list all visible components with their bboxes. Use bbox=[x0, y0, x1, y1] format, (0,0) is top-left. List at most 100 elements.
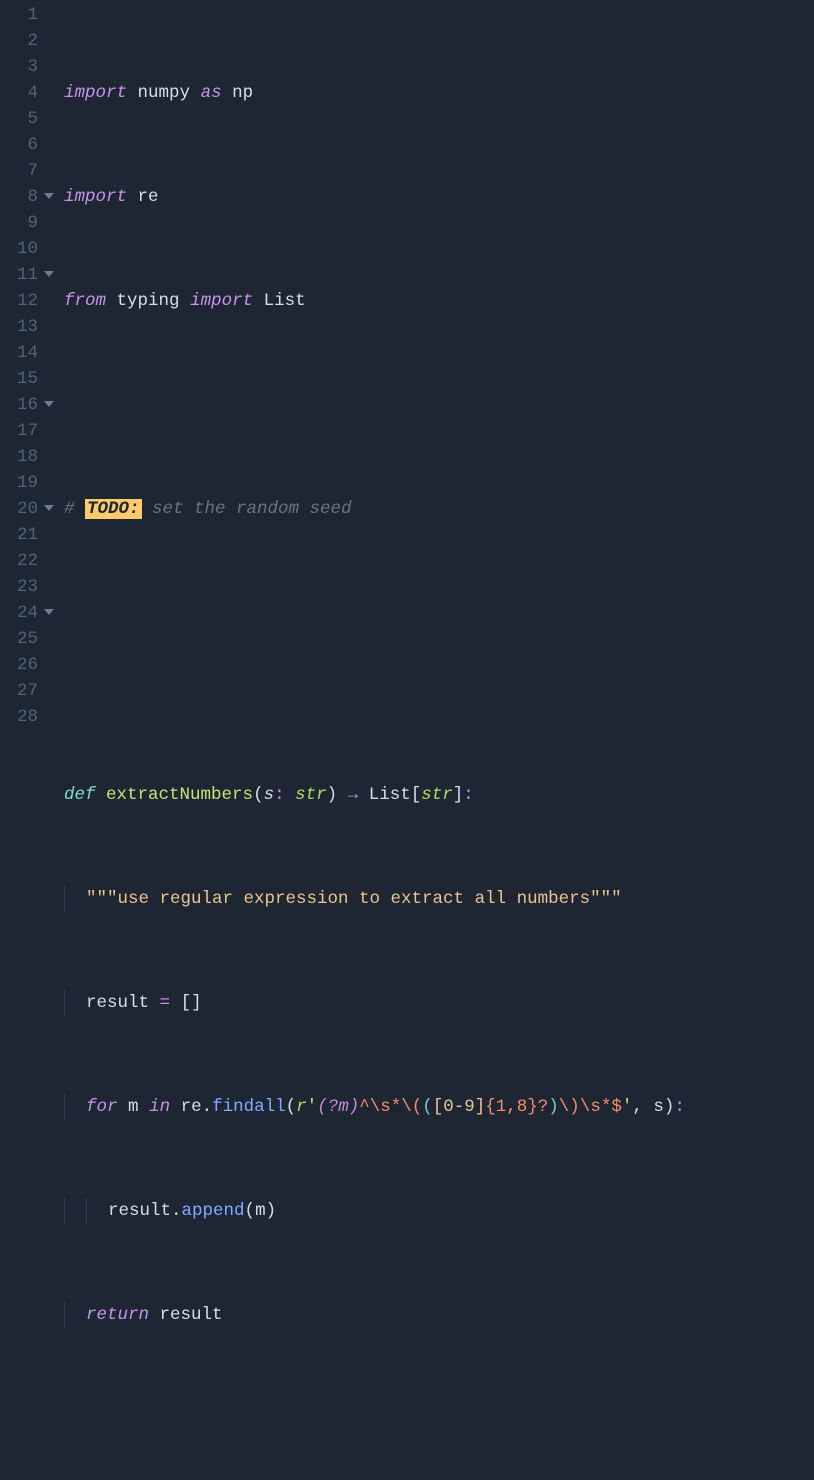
paren-open: ( bbox=[245, 1201, 256, 1221]
code-line[interactable]: result = [] bbox=[56, 990, 685, 1016]
fold-icon[interactable]: 11 bbox=[0, 262, 56, 288]
paren-close: ) bbox=[327, 785, 338, 805]
quote: ' bbox=[307, 1097, 318, 1117]
line-number: 13 bbox=[0, 314, 56, 340]
line-number: 12 bbox=[0, 288, 56, 314]
code-line[interactable] bbox=[56, 1406, 685, 1432]
paren-open: ( bbox=[286, 1097, 297, 1117]
fold-icon[interactable]: 8 bbox=[0, 184, 56, 210]
arg: m bbox=[255, 1201, 266, 1221]
line-number: 27 bbox=[0, 678, 56, 704]
code-line[interactable] bbox=[56, 600, 685, 626]
regex: \) bbox=[559, 1097, 580, 1117]
todo-tag: TODO: bbox=[85, 499, 142, 519]
docstring: """use regular expression to extract all… bbox=[86, 889, 622, 909]
regex: ^\s* bbox=[359, 1097, 401, 1117]
regex: \( bbox=[401, 1097, 422, 1117]
code-line[interactable]: """use regular expression to extract all… bbox=[56, 886, 685, 912]
keyword-from: from bbox=[64, 291, 106, 311]
keyword-in: in bbox=[149, 1097, 170, 1117]
line-number: 15 bbox=[0, 366, 56, 392]
fold-icon[interactable]: 20 bbox=[0, 496, 56, 522]
code-line[interactable]: # TODO: set the random seed bbox=[56, 496, 685, 522]
line-number: 7 bbox=[0, 158, 56, 184]
code-line[interactable]: def extractNumbers(s: str) → List[str]: bbox=[56, 782, 685, 808]
line-number: 23 bbox=[0, 574, 56, 600]
line-number: 9 bbox=[0, 210, 56, 236]
line-number: 21 bbox=[0, 522, 56, 548]
line-number: 2 bbox=[0, 28, 56, 54]
line-number: 4 bbox=[0, 80, 56, 106]
alias: np bbox=[232, 83, 253, 103]
line-number: 26 bbox=[0, 652, 56, 678]
variable: result bbox=[108, 1201, 171, 1221]
variable: result bbox=[160, 1305, 223, 1325]
line-number: 17 bbox=[0, 418, 56, 444]
object: re bbox=[181, 1097, 202, 1117]
comment-start: # bbox=[64, 499, 85, 519]
module-name: numpy bbox=[138, 83, 191, 103]
code-line[interactable]: import numpy as np bbox=[56, 80, 685, 106]
bracket: [ bbox=[411, 785, 422, 805]
colon: : bbox=[274, 785, 285, 805]
line-number: 28 bbox=[0, 704, 56, 730]
comment-text: set the random seed bbox=[142, 499, 352, 519]
dot: . bbox=[171, 1201, 182, 1221]
keyword-def: def bbox=[64, 785, 96, 805]
arg: s bbox=[653, 1097, 664, 1117]
line-number: 10 bbox=[0, 236, 56, 262]
bracket: ] bbox=[453, 785, 464, 805]
code-editor[interactable]: 1 2 3 4 5 6 7 8 9 10 11 12 13 14 15 16 1… bbox=[0, 0, 814, 1480]
operator: = bbox=[160, 993, 171, 1013]
code-line[interactable] bbox=[56, 392, 685, 418]
method: findall bbox=[212, 1097, 286, 1117]
code-line[interactable]: import re bbox=[56, 184, 685, 210]
keyword-import: import bbox=[64, 83, 127, 103]
code-area[interactable]: import numpy as np import re from typing… bbox=[56, 0, 685, 1480]
regex-group: ) bbox=[548, 1097, 559, 1117]
keyword-return: return bbox=[86, 1305, 149, 1325]
code-line[interactable] bbox=[56, 678, 685, 704]
colon: : bbox=[463, 785, 474, 805]
regex-quant: {1,8}? bbox=[485, 1097, 548, 1117]
fold-icon[interactable]: 24 bbox=[0, 600, 56, 626]
code-line[interactable]: from typing import List bbox=[56, 288, 685, 314]
line-number-gutter: 1 2 3 4 5 6 7 8 9 10 11 12 13 14 15 16 1… bbox=[0, 0, 56, 1480]
module-name: re bbox=[138, 187, 159, 207]
line-number: 5 bbox=[0, 106, 56, 132]
code-line[interactable]: for m in re.findall(r'(?m)^\s*\(([0-9]{1… bbox=[56, 1094, 685, 1120]
line-number: 6 bbox=[0, 132, 56, 158]
type: str bbox=[421, 785, 453, 805]
paren-open: ( bbox=[253, 785, 264, 805]
colon: : bbox=[674, 1097, 685, 1117]
line-number: 14 bbox=[0, 340, 56, 366]
regex-group: ( bbox=[422, 1097, 433, 1117]
regex-class: [0-9] bbox=[433, 1097, 486, 1117]
keyword-as: as bbox=[201, 83, 222, 103]
paren-close: ) bbox=[266, 1201, 277, 1221]
line-number: 3 bbox=[0, 54, 56, 80]
keyword-import: import bbox=[64, 187, 127, 207]
arrow: → bbox=[348, 785, 359, 805]
code-line[interactable]: result.append(m) bbox=[56, 1198, 685, 1224]
regex-flag: (?m) bbox=[317, 1097, 359, 1117]
line-number: 19 bbox=[0, 470, 56, 496]
param: s bbox=[264, 785, 275, 805]
regex: \s*$ bbox=[580, 1097, 622, 1117]
type: str bbox=[295, 785, 327, 805]
code-line[interactable]: return result bbox=[56, 1302, 685, 1328]
dot: . bbox=[202, 1097, 213, 1117]
fold-icon[interactable]: 16 bbox=[0, 392, 56, 418]
line-number: 22 bbox=[0, 548, 56, 574]
variable: result bbox=[86, 993, 149, 1013]
list-literal: [] bbox=[181, 993, 202, 1013]
string-prefix: r bbox=[296, 1097, 307, 1117]
comma: , bbox=[632, 1097, 653, 1117]
keyword-for: for bbox=[86, 1097, 118, 1117]
type: List bbox=[369, 785, 411, 805]
quote: ' bbox=[622, 1097, 633, 1117]
function-name: extractNumbers bbox=[106, 785, 253, 805]
variable: m bbox=[128, 1097, 139, 1117]
module-name: typing bbox=[117, 291, 180, 311]
keyword-import: import bbox=[190, 291, 253, 311]
